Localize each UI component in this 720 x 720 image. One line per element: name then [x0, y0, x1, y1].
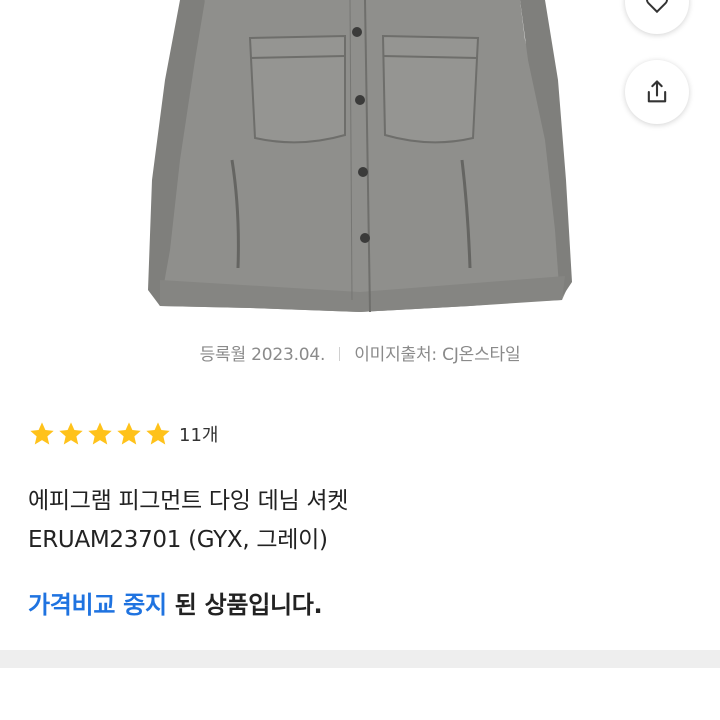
comparison-notice: 가격비교 중지 된 상품입니다.	[28, 585, 323, 620]
star-icon	[146, 422, 170, 445]
share-icon	[647, 80, 667, 103]
image-source: 이미지출처: CJ온스타일	[354, 345, 521, 365]
notice-rest: 된 상품입니다.	[166, 591, 323, 619]
rating-row[interactable]: 11개	[28, 420, 218, 448]
image-meta: 등록월 2023.04. 이미지출처: CJ온스타일	[0, 340, 720, 365]
star-icon	[30, 422, 54, 445]
star-icon	[88, 422, 112, 445]
jacket-photo	[148, 0, 572, 313]
product-title-line1: 에피그램 피그먼트 다잉 데님 셔켓	[28, 488, 349, 514]
product-image[interactable]	[0, 0, 720, 330]
product-title-line2: ERUAM23701 (GYX, 그레이)	[28, 527, 328, 553]
registered-month: 등록월 2023.04.	[199, 345, 326, 365]
share-button[interactable]	[625, 60, 689, 124]
star-icon	[117, 422, 141, 445]
meta-divider	[339, 347, 341, 361]
star-icon	[59, 422, 83, 445]
review-count[interactable]: 11개	[179, 421, 218, 447]
star-rating	[28, 420, 172, 448]
section-divider	[0, 650, 720, 668]
product-title: 에피그램 피그먼트 다잉 데님 셔켓 ERUAM23701 (GYX, 그레이)	[28, 482, 688, 560]
heart-icon	[645, 0, 669, 14]
notice-highlight: 가격비교 중지	[28, 591, 167, 619]
